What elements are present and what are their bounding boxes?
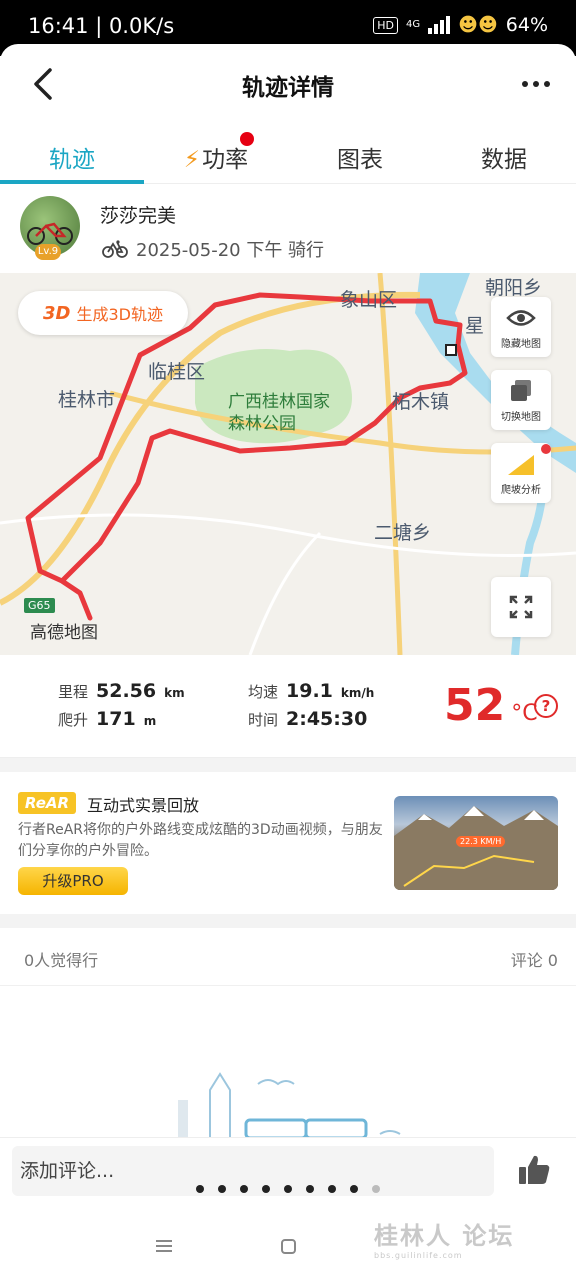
map-label-ertang: 二塘乡 <box>374 522 432 544</box>
switch-map-button[interactable]: 切换地图 <box>491 370 551 430</box>
tab-data[interactable]: 数据 <box>432 124 576 183</box>
expand-icon <box>509 595 533 619</box>
promo-title: 互动式实景回放 <box>87 796 200 815</box>
generate-3d-track-button[interactable]: 3D 生成3D轨迹 <box>18 291 188 335</box>
map-label-guilin: 桂林市 <box>58 389 116 411</box>
page-title: 轨迹详情 <box>242 75 334 101</box>
bicycle-icon <box>102 240 128 258</box>
home-icon[interactable] <box>281 1239 296 1254</box>
stat-distance: 里程 52.56 km <box>58 680 185 702</box>
promo-description: 行者ReAR将你的户外路线变成炫酷的3D动画视频，与朋友们分享你的户外冒险。 <box>18 822 383 859</box>
map-label-lingui: 临桂区 <box>148 361 206 383</box>
comment-bar: 添加评论... <box>0 1137 576 1205</box>
status-icons: HD 4G ☻☻ 64% <box>373 14 548 36</box>
nav-header: 轨迹详情 <box>0 44 576 124</box>
stat-avg-speed: 均速 19.1 km/h <box>248 680 375 702</box>
rear-logo: ReAR <box>18 792 76 814</box>
section-divider <box>0 758 576 772</box>
map-label-xiangshan: 象山区 <box>340 289 398 311</box>
map-label-chaoyang: 朝阳乡 <box>485 277 543 299</box>
thumbs-up-icon[interactable] <box>516 1152 552 1188</box>
tab-bar: 轨迹 ⚡功率 图表 数据 <box>0 124 576 184</box>
emoji-icon: ☻☻ <box>458 14 498 36</box>
more-options-icon[interactable] <box>516 70 556 98</box>
temperature: 52 °C <box>444 680 538 731</box>
hide-map-button[interactable]: 隐藏地图 <box>491 297 551 357</box>
help-icon[interactable]: ? <box>534 694 558 718</box>
network-type: 4G <box>406 19 421 30</box>
tab-charts[interactable]: 图表 <box>288 124 432 183</box>
comments-count[interactable]: 评论 0 <box>511 947 558 971</box>
bicycle-photo <box>27 222 73 245</box>
eye-icon <box>506 310 536 326</box>
highway-badge: G65 <box>24 598 55 613</box>
red-marker-dot <box>541 444 551 454</box>
stat-duration: 时间 2:45:30 <box>248 708 368 730</box>
section-divider <box>0 914 576 928</box>
ride-date: 2025-05-20 下午 骑行 <box>136 240 325 261</box>
page-indicator <box>196 1185 380 1193</box>
signal-icon <box>428 16 451 34</box>
tab-track[interactable]: 轨迹 <box>0 124 144 184</box>
likes-count[interactable]: 0人觉得行 <box>24 947 98 971</box>
battery-level: 64% <box>505 14 548 36</box>
main-road <box>377 273 403 655</box>
map-label-qixing: 星 <box>465 315 485 337</box>
rear-promo-card[interactable]: ReAR 互动式实景回放 行者ReAR将你的户外路线变成炫酷的3D动画视频，与朋… <box>0 772 576 914</box>
promo-speed-label: 22.3 KM/H <box>456 836 506 847</box>
menu-icon[interactable] <box>156 1240 172 1252</box>
system-nav-bar: 桂林人 论坛 bbs.guilinlife.com <box>0 1210 576 1280</box>
social-row: 0人觉得行 评论 0 <box>0 928 576 986</box>
tab-power[interactable]: ⚡功率 <box>144 124 288 183</box>
map-provider-logo: 高德地图 <box>30 623 98 643</box>
forum-watermark: 桂林人 论坛 bbs.guilinlife.com <box>374 1222 515 1260</box>
map-label-forest-park: 广西桂林国家森林公园 <box>228 392 330 434</box>
map-label-limu: 柘木镇 <box>392 391 450 413</box>
finish-flag-icon <box>445 344 457 356</box>
minor-road <box>248 531 322 655</box>
user-name: 莎莎完美 <box>100 205 177 227</box>
route-map[interactable]: 3D 生成3D轨迹 象山区 朝阳乡 临桂区 桂林市 广西桂林国家森林公园 星 柘… <box>0 273 576 655</box>
empty-comments-illustration <box>178 1072 401 1138</box>
level-badge: Lv.9 <box>35 244 61 260</box>
ride-date-line: 2025-05-20 下午 骑行 <box>102 236 324 262</box>
upgrade-pro-button[interactable]: 升级PRO <box>18 867 128 895</box>
layers-icon <box>511 380 531 401</box>
notification-dot <box>240 132 254 146</box>
fullscreen-button[interactable] <box>491 577 551 637</box>
promo-preview-image[interactable]: 22.3 KM/H <box>394 796 558 890</box>
status-time: 16:41 | 0.0K/s <box>28 14 175 38</box>
highway-road <box>0 291 421 606</box>
lightning-icon: ⚡ <box>183 147 201 173</box>
hd-icon: HD <box>373 16 399 34</box>
user-info: 莎莎完美 2025-05-20 下午 骑行 <box>0 196 576 272</box>
ride-stats: 里程 52.56 km 爬升 171 m 均速 19.1 km/h 时间 2:4… <box>0 656 576 758</box>
minor-road <box>0 513 576 557</box>
slope-icon <box>508 455 534 475</box>
ride-route <box>25 292 468 621</box>
stat-climb: 爬升 171 m <box>58 708 157 730</box>
